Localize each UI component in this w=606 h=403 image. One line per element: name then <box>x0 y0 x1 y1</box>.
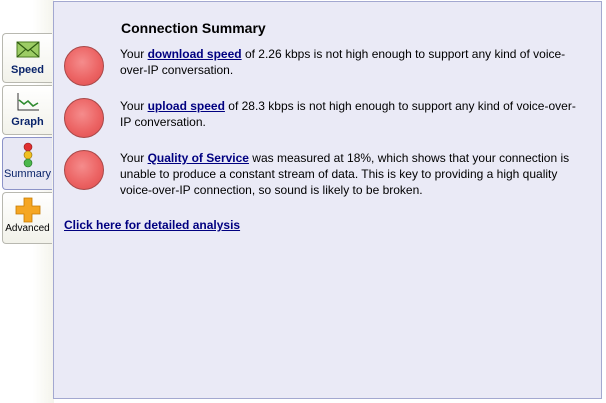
envelope-speed-icon <box>15 38 41 62</box>
download-speed-link[interactable]: download speed <box>148 47 242 61</box>
traffic-light-icon <box>15 142 41 168</box>
status-indicator-red <box>64 150 104 190</box>
plus-icon <box>15 197 41 223</box>
upload-speed-link[interactable]: upload speed <box>148 99 225 113</box>
detailed-analysis-link[interactable]: Click here for detailed analysis <box>64 218 240 232</box>
line-graph-icon <box>15 90 41 114</box>
tab-strip: Speed Graph Summary Advanced <box>0 0 54 403</box>
row-prefix: Your <box>120 99 148 113</box>
tab-summary[interactable]: Summary <box>2 137 52 190</box>
tab-speed[interactable]: Speed <box>2 33 52 83</box>
tab-advanced-label: Advanced <box>5 223 50 234</box>
tab-speed-label: Speed <box>10 64 44 76</box>
tab-graph-label: Graph <box>11 116 44 128</box>
tab-graph[interactable]: Graph <box>2 85 52 135</box>
row-prefix: Your <box>120 151 148 165</box>
quality-of-service-text: Your Quality of Service was measured at … <box>120 150 582 198</box>
tab-advanced[interactable]: Advanced <box>2 192 52 244</box>
status-indicator-red <box>64 98 104 138</box>
row-prefix: Your <box>120 47 148 61</box>
summary-panel: Connection Summary Your download speed o… <box>53 1 602 399</box>
quality-of-service-link[interactable]: Quality of Service <box>148 151 249 165</box>
status-indicator-red <box>64 46 104 86</box>
panel-title: Connection Summary <box>121 20 266 36</box>
download-speed-text: Your download speed of 2.26 kbps is not … <box>120 46 582 78</box>
upload-speed-text: Your upload speed of 28.3 kbps is not hi… <box>120 98 582 130</box>
